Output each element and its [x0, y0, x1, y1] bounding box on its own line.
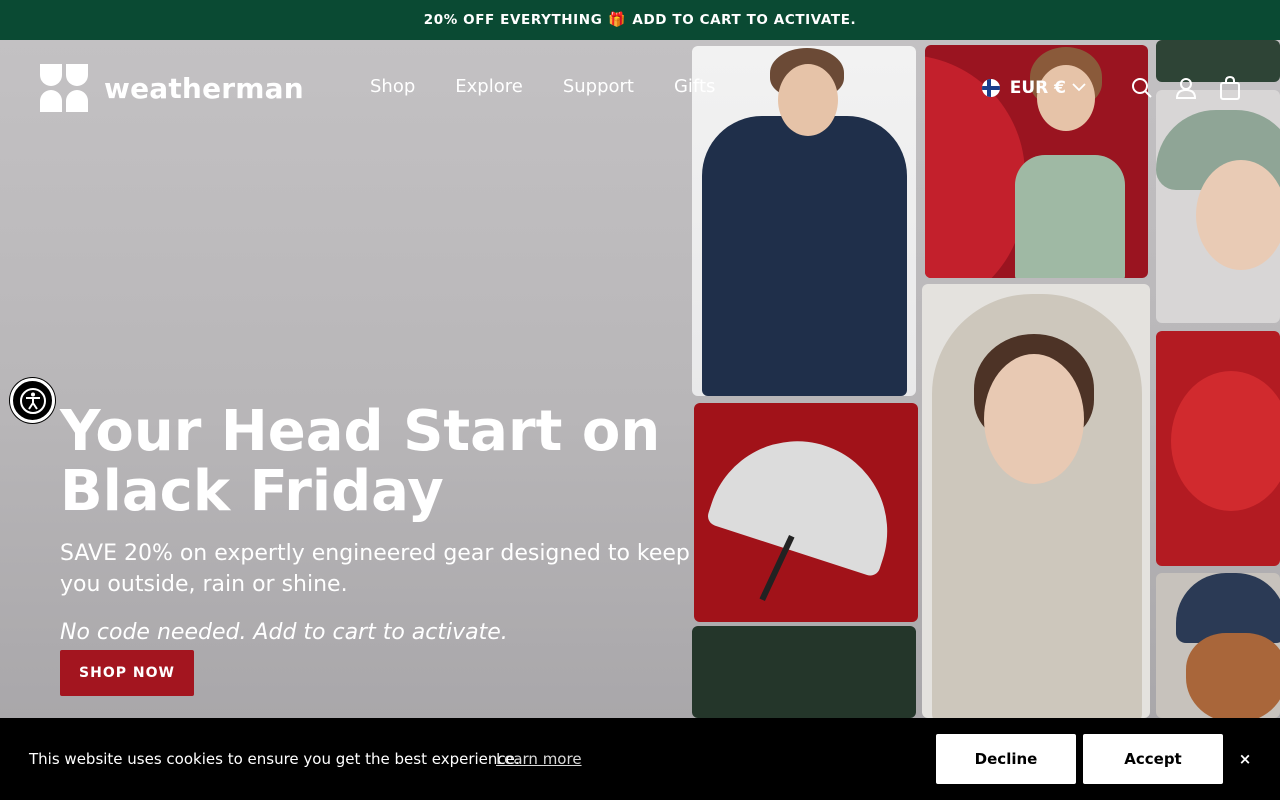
gift-icon: 🎁: [608, 12, 627, 28]
finland-flag-icon[interactable]: [981, 79, 1000, 97]
chevron-down-icon[interactable]: [1072, 81, 1086, 96]
collage-image-pine-bottom: [692, 626, 916, 718]
search-icon[interactable]: [1130, 76, 1154, 100]
learn-more-link[interactable]: Learn more: [496, 750, 582, 768]
accept-button[interactable]: Accept: [1083, 734, 1223, 784]
logo[interactable]: weatherman: [40, 64, 304, 112]
nav-item-gifts[interactable]: Gifts: [674, 76, 715, 97]
nav-item-explore[interactable]: Explore: [455, 76, 523, 97]
collage-image-beige-hood: [922, 284, 1150, 718]
hero-section: Your Head Start on Black Friday SAVE 20%…: [0, 40, 1280, 718]
shop-now-button[interactable]: SHOP NOW: [60, 650, 194, 696]
announcement-bold: 20% OFF EVERYTHING: [423, 12, 603, 28]
logo-text: weatherman: [104, 71, 304, 105]
bag-icon[interactable]: [1218, 76, 1242, 100]
hero-title: Your Head Start on Black Friday: [60, 399, 661, 524]
decline-button[interactable]: Decline: [936, 734, 1076, 784]
hero-note: No code needed. Add to cart to activate.: [60, 620, 508, 645]
cookie-message: This website uses cookies to ensure you …: [29, 750, 520, 768]
main-nav: Shop Explore Support Gifts: [370, 76, 715, 97]
nav-item-shop[interactable]: Shop: [370, 76, 415, 97]
collage-image-red-bow: [1156, 331, 1280, 566]
announcement-text: ADD TO CART TO ACTIVATE.: [632, 12, 857, 28]
site-header: weatherman Shop Explore Support Gifts EU…: [0, 40, 1280, 136]
accessibility-icon[interactable]: [10, 378, 55, 423]
collage-image-white-umbrella: [694, 403, 918, 622]
close-icon[interactable]: ×: [1236, 750, 1254, 768]
currency-selector[interactable]: EUR €: [1010, 78, 1066, 98]
collage-image-dog: [1156, 573, 1280, 718]
announcement-bar: 20% OFF EVERYTHING 🎁 ADD TO CART TO ACTI…: [0, 0, 1280, 40]
logo-mark-icon: [40, 64, 88, 112]
header-actions: EUR €: [981, 76, 1242, 100]
account-icon[interactable]: [1174, 76, 1198, 100]
hero-subtitle: SAVE 20% on expertly engineered gear des…: [60, 541, 690, 597]
nav-item-support[interactable]: Support: [563, 76, 634, 97]
